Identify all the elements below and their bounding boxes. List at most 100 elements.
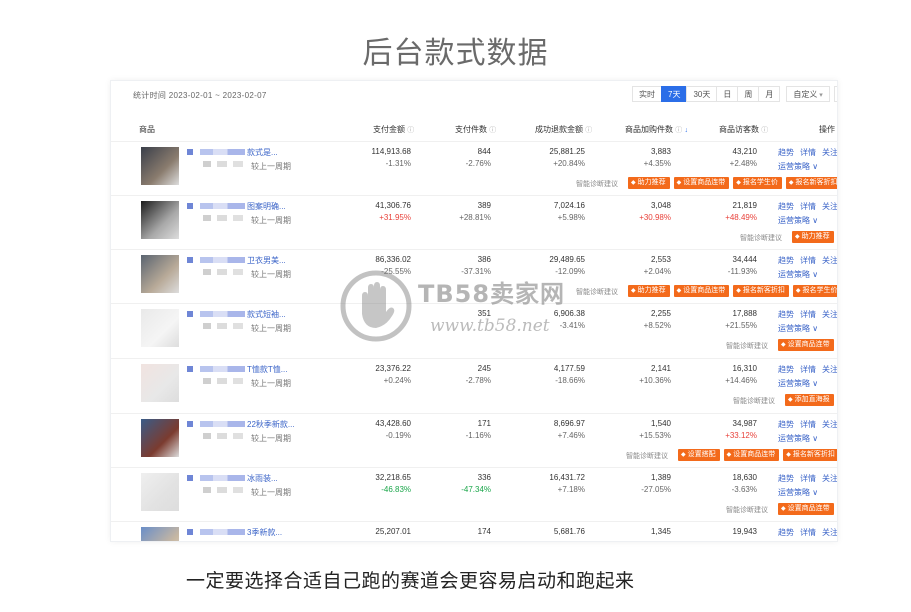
- advice-tag-button[interactable]: 报名学生价: [792, 285, 837, 297]
- header-cart-count[interactable]: 商品加购件数 ⓘ ↓: [625, 124, 688, 135]
- visitor-count: 16,310: [732, 364, 757, 373]
- tab-realtime[interactable]: 实时: [632, 86, 662, 102]
- product-name[interactable]: 图案明确...: [247, 201, 286, 212]
- detail-link[interactable]: 详情: [800, 202, 816, 211]
- strategy-dropdown[interactable]: 运营策略 ∨: [778, 269, 837, 280]
- advice-tag-button[interactable]: 报名新客折扣: [733, 285, 789, 297]
- trend-link[interactable]: 趋势: [778, 528, 794, 537]
- strategy-dropdown[interactable]: 运营策略 ∨: [778, 215, 837, 226]
- advice-tag-button[interactable]: 添加直海报: [785, 394, 834, 406]
- visitor-change: -3.63%: [731, 485, 757, 494]
- strategy-dropdown[interactable]: 运营策略 ∨: [778, 161, 837, 172]
- refund-amount: 8,696.97: [553, 419, 585, 428]
- trend-link[interactable]: 趋势: [778, 256, 794, 265]
- tab-week[interactable]: 周: [737, 86, 760, 102]
- row-actions: 趋势详情关注运营策略 ∨: [778, 473, 837, 498]
- follow-link[interactable]: 关注: [822, 365, 837, 374]
- product-name[interactable]: 卫衣男美...: [247, 255, 286, 266]
- row-actions: 趋势详情关注运营策略 ∨: [778, 201, 837, 226]
- follow-link[interactable]: 关注: [822, 420, 837, 429]
- product-thumbnail[interactable]: [141, 473, 179, 511]
- header-action: 操作: [819, 125, 835, 134]
- visitor-count: 18,630: [732, 473, 757, 482]
- product-name[interactable]: T恤款T恤...: [247, 364, 287, 375]
- strategy-dropdown[interactable]: 运营策略 ∨: [778, 487, 837, 498]
- trend-link[interactable]: 趋势: [778, 148, 794, 157]
- detail-link[interactable]: 详情: [800, 474, 816, 483]
- advice-tag-button[interactable]: 设置商品连带: [778, 339, 834, 351]
- follow-link[interactable]: 关注: [822, 310, 837, 319]
- chevron-left-icon[interactable]: ‹: [833, 86, 837, 102]
- advice-tag-button[interactable]: 设置搭配: [678, 449, 720, 461]
- tab-30days[interactable]: 30天: [686, 86, 718, 102]
- product-name[interactable]: 3季新款...: [247, 527, 282, 538]
- header-refund-amount[interactable]: 成功退款金额 ⓘ: [535, 124, 592, 135]
- follow-link[interactable]: 关注: [822, 474, 837, 483]
- advice-tag-button[interactable]: 报名新客折扣: [783, 449, 837, 461]
- follow-link[interactable]: 关注: [822, 256, 837, 265]
- tab-month[interactable]: 月: [758, 86, 781, 102]
- detail-link[interactable]: 详情: [800, 420, 816, 429]
- advice-tag-button[interactable]: 报名新客折扣: [785, 177, 837, 189]
- follow-link[interactable]: 关注: [822, 202, 837, 211]
- strategy-dropdown[interactable]: 运营策略 ∨: [778, 323, 837, 334]
- product-thumbnail[interactable]: [141, 419, 179, 457]
- advice-tag-button[interactable]: 设置商品连带: [673, 285, 730, 297]
- advice-tag-button[interactable]: 助力推荐: [628, 285, 670, 297]
- product-thumbnail[interactable]: [141, 309, 179, 347]
- detail-link[interactable]: 详情: [800, 310, 816, 319]
- refund-change: +5.98%: [557, 213, 585, 222]
- row-actions: 趋势详情关注运营策略 ∨: [778, 255, 837, 280]
- visitor-change: +33.12%: [725, 431, 757, 440]
- cart-count: 2,553: [650, 255, 671, 264]
- detail-link[interactable]: 详情: [800, 148, 816, 157]
- pay-amount-change: -25.55%: [381, 267, 411, 276]
- advice-tag-button[interactable]: 助力推荐: [792, 231, 834, 243]
- blurred-subtitle: [203, 433, 243, 439]
- product-name[interactable]: 22秋季新款...: [247, 419, 295, 430]
- blurred-subtitle: [203, 215, 243, 221]
- detail-link[interactable]: 详情: [800, 256, 816, 265]
- product-name[interactable]: 冰雨装...: [247, 473, 278, 484]
- header-pay-amount[interactable]: 支付金额 ⓘ: [373, 124, 414, 135]
- advice-tag-button[interactable]: 设置商品连带: [673, 177, 730, 189]
- follow-link[interactable]: 关注: [822, 148, 837, 157]
- blurred-subtitle: [203, 487, 243, 493]
- follow-link[interactable]: 关注: [822, 528, 837, 537]
- strategy-dropdown[interactable]: 运营策略 ∨: [778, 433, 837, 444]
- refund-change: -3.41%: [559, 321, 585, 330]
- pay-amount: 41,306.76: [375, 201, 411, 210]
- strategy-dropdown[interactable]: 运营策略 ∨: [778, 541, 838, 542]
- advice-tag-button[interactable]: 报名学生价: [733, 177, 782, 189]
- trend-link[interactable]: 趋势: [778, 310, 794, 319]
- trend-link[interactable]: 趋势: [778, 474, 794, 483]
- header-visitors[interactable]: 商品访客数 ⓘ: [719, 124, 768, 135]
- advice-tag-button[interactable]: 设置商品连带: [723, 449, 780, 461]
- trend-link[interactable]: 趋势: [778, 365, 794, 374]
- product-thumbnail[interactable]: [141, 147, 179, 185]
- visitor-count: 21,819: [732, 201, 757, 210]
- pay-count-change: -2.78%: [465, 376, 491, 385]
- trend-link[interactable]: 趋势: [778, 420, 794, 429]
- cart-count: 2,255: [650, 309, 671, 318]
- advice-tag-button[interactable]: 助力推荐: [628, 177, 670, 189]
- tab-day[interactable]: 日: [716, 86, 739, 102]
- advice-tag-button[interactable]: 设置商品连带: [778, 503, 834, 515]
- tab-custom[interactable]: 自定义 ▾: [786, 86, 830, 102]
- trend-link[interactable]: 趋势: [778, 202, 794, 211]
- cart-count-change: +15.53%: [639, 431, 671, 440]
- product-name[interactable]: 款式是...: [247, 147, 278, 158]
- table-row: 款式是... 较上一周期 114,913.68 -1.31% 844 -2.76% 25,8…: [111, 145, 837, 197]
- visitor-change: -11.93%: [727, 267, 757, 276]
- strategy-dropdown[interactable]: 运营策略 ∨: [778, 378, 837, 389]
- detail-link[interactable]: 详情: [800, 528, 816, 537]
- product-thumbnail[interactable]: [141, 201, 179, 239]
- product-thumbnail[interactable]: [141, 364, 179, 402]
- header-pay-count[interactable]: 支付件数 ⓘ: [455, 124, 496, 135]
- product-name[interactable]: 款式短袖...: [247, 309, 286, 320]
- product-thumbnail[interactable]: [141, 527, 179, 541]
- product-thumbnail[interactable]: [141, 255, 179, 293]
- detail-link[interactable]: 详情: [800, 365, 816, 374]
- tab-7days[interactable]: 7天: [661, 86, 688, 102]
- visitor-count: 34,444: [732, 255, 757, 264]
